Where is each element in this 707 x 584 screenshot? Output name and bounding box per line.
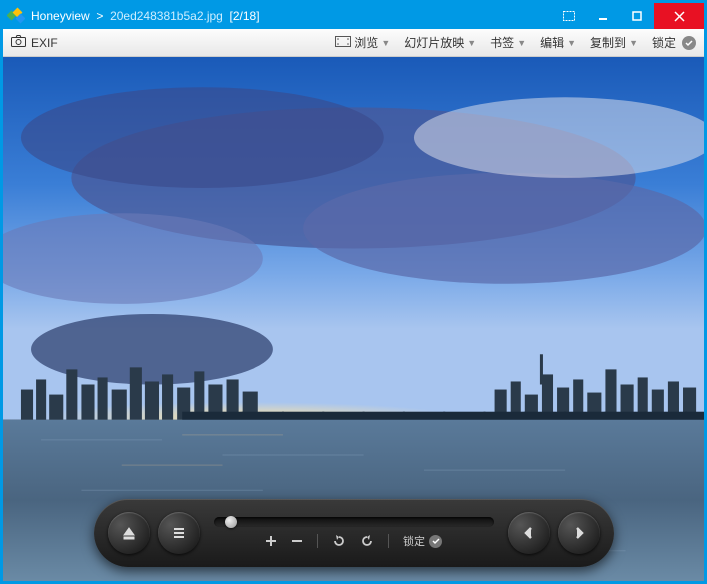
close-button[interactable] [654,3,704,29]
window-controls [552,3,704,29]
zoom-out-button[interactable] [291,535,303,547]
exif-button[interactable]: EXIF [11,35,58,50]
progress-slider[interactable] [214,517,494,527]
aspect-icon [335,36,351,50]
rotate-left-button[interactable] [332,534,346,548]
eject-button[interactable] [108,512,150,554]
bookmark-menu[interactable]: 书签▼ [490,34,526,51]
prev-button[interactable] [508,512,550,554]
app-window: Honeyview > 20ed248381b5a2.jpg [2/18] [3,3,704,581]
menu-button[interactable] [158,512,200,554]
slider-thumb[interactable] [225,516,237,528]
slideshow-menu[interactable]: 幻灯片放映▼ [404,34,476,51]
caret-icon: ▼ [567,38,576,48]
check-circle-icon [682,36,696,50]
fullscreen-button[interactable] [552,3,586,29]
image-viewport[interactable]: 锁定 [3,57,704,581]
caret-icon: ▼ [381,38,390,48]
lock-toggle[interactable]: 锁定 [652,34,696,51]
lock-toggle-overlay[interactable]: 锁定 [403,533,442,549]
maximize-button[interactable] [620,3,654,29]
center-controls: 锁定 [200,517,508,549]
caret-icon: ▼ [467,38,476,48]
next-button[interactable] [558,512,600,554]
titlebar: Honeyview > 20ed248381b5a2.jpg [2/18] [3,3,704,29]
check-circle-icon [429,535,442,548]
exif-label: EXIF [31,36,58,50]
caret-icon: ▼ [517,38,526,48]
rotate-right-button[interactable] [360,534,374,548]
app-icon [7,7,25,25]
player-controls: 锁定 [94,499,614,567]
caret-icon: ▼ [629,38,638,48]
browse-menu[interactable]: 浏览▼ [335,34,390,51]
copyto-menu[interactable]: 复制到▼ [590,34,638,51]
zoom-in-button[interactable] [265,535,277,547]
window-title: Honeyview > 20ed248381b5a2.jpg [2/18] [31,9,552,23]
edit-menu[interactable]: 编辑▼ [540,34,576,51]
toolbar: EXIF 浏览▼ 幻灯片放映▼ 书签▼ 编辑▼ 复制到▼ 锁定 [3,29,704,57]
camera-icon [11,35,26,50]
minimize-button[interactable] [586,3,620,29]
